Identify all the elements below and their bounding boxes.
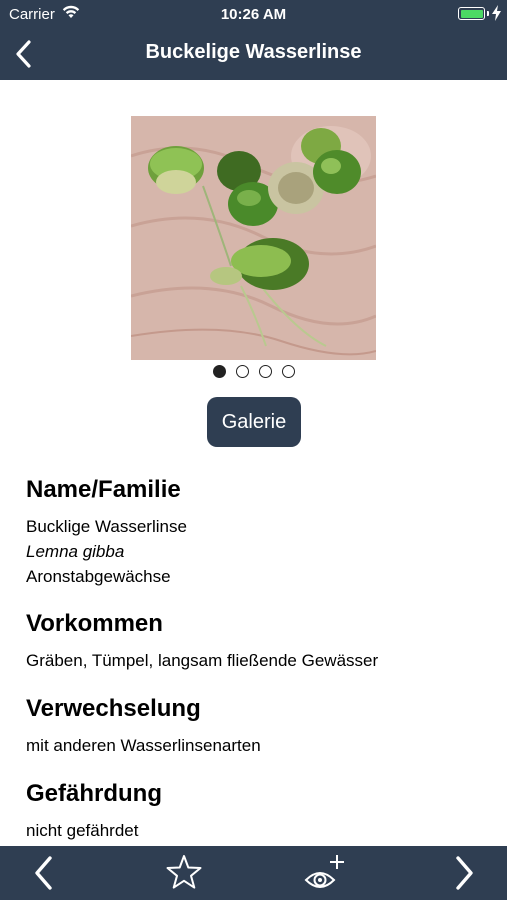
eye-plus-icon[interactable] [302,846,348,900]
status-bar: Carrier 10:26 AM [0,0,507,30]
family-name: Aronstabgewächse [26,567,171,586]
species-detail: Galerie Name/Familie Bucklige Wasserlins… [0,80,507,846]
page-title: Buckelige Wasserlinse [145,41,362,63]
section-heading-confusion: Verwechselung [26,695,201,722]
confusion-text: mit anderen Wasserlinsenarten [26,736,261,755]
threat-text: nicht gefährdet [26,821,139,840]
confusion-section: Verwechselung mit anderen Wasserlinsenar… [26,695,486,758]
battery-icon [458,7,485,20]
page-dot-3[interactable] [258,365,272,378]
gallery-button[interactable]: Galerie [207,397,301,447]
charging-bolt-icon [492,5,501,21]
common-name: Bucklige Wasserlinse [26,517,187,536]
star-icon[interactable] [164,846,204,900]
bottom-toolbar [0,846,507,900]
chevron-left-icon[interactable] [28,846,58,900]
chevron-right-icon[interactable] [450,846,480,900]
section-heading-name: Name/Familie [26,476,181,503]
duckweed-illustration [131,116,376,360]
section-heading-threat: Gefährdung [26,780,162,807]
gallery-page-indicator[interactable] [0,365,507,379]
occurrence-section: Vorkommen Gräben, Tümpel, langsam fließe… [26,610,486,673]
section-heading-occurrence: Vorkommen [26,610,163,637]
page-dot-1[interactable] [212,365,226,378]
page-dot-2[interactable] [235,365,249,378]
battery-cap [487,11,489,16]
threat-section: Gefährdung nicht gefährdet [26,780,486,843]
species-photo[interactable] [131,116,376,360]
occurrence-text: Gräben, Tümpel, langsam fließende Gewäss… [26,651,379,670]
page-dot-4[interactable] [281,365,295,378]
clock: 10:26 AM [220,6,287,23]
latin-name: Lemna gibba [26,542,125,561]
navigation-bar: Buckelige Wasserlinse [0,30,507,80]
name-family-section: Name/Familie Bucklige Wasserlinse Lemna … [26,476,486,589]
